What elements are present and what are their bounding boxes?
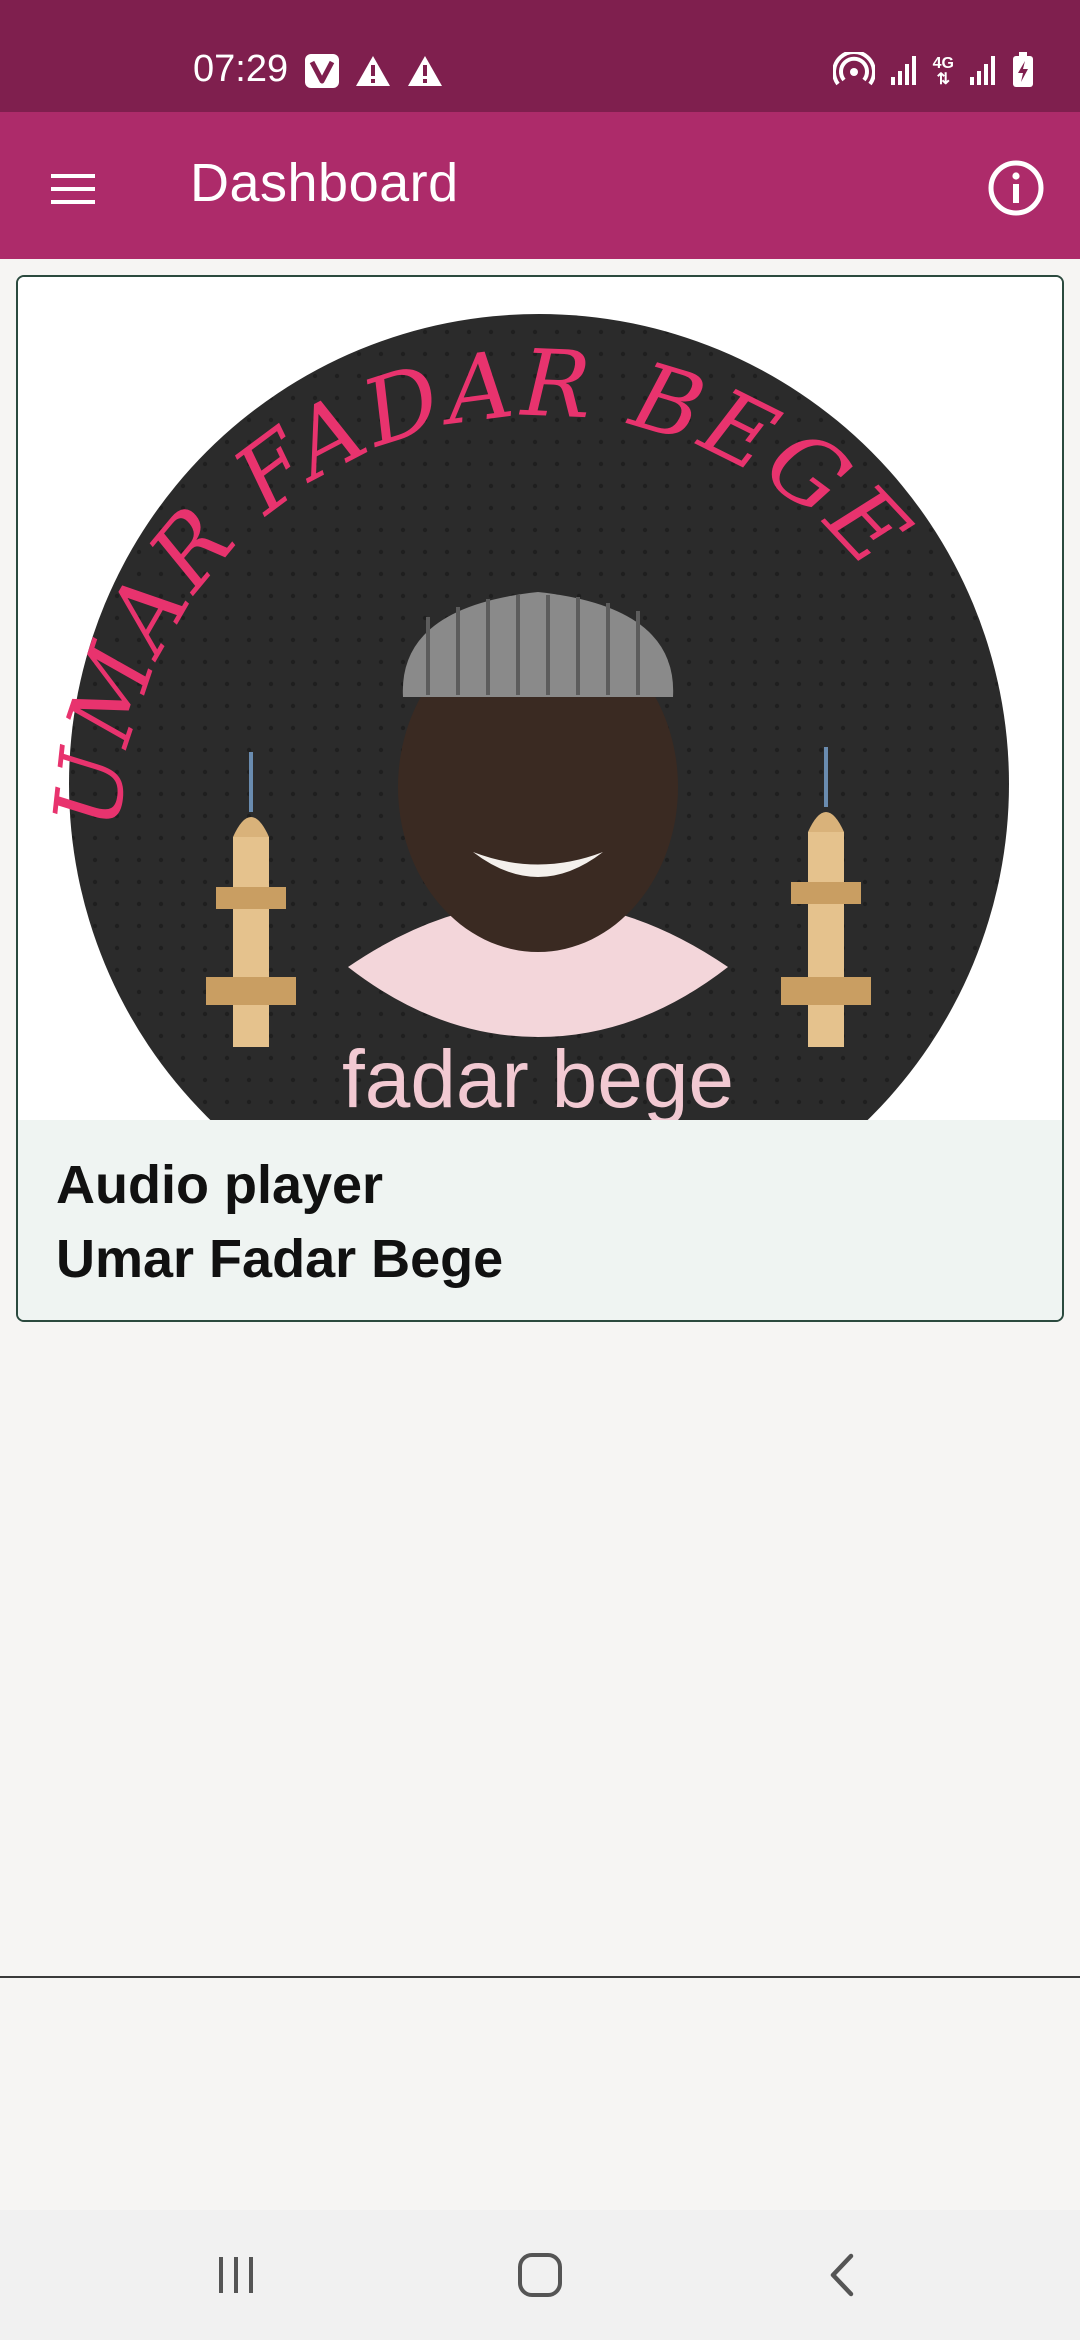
card-title: Audio player Umar Fadar Bege: [56, 1148, 503, 1296]
back-icon: [830, 2253, 854, 2297]
warning-icon: [354, 54, 392, 92]
home-icon: [518, 2253, 562, 2297]
status-time: 07:29: [193, 48, 289, 90]
menu-button[interactable]: [40, 156, 106, 222]
home-button[interactable]: [500, 2240, 580, 2310]
back-button[interactable]: [802, 2240, 882, 2310]
cover-bottom-text: fadar bege: [342, 1034, 734, 1120]
cover-artwork: UMAR FADAR BEGE fadar bege: [34, 314, 1009, 1120]
system-icons: 4G ⇅: [831, 50, 1034, 92]
recent-apps-icon: [219, 2257, 253, 2293]
data-arrows-icon: ⇅: [936, 71, 951, 88]
signal-icon: [968, 53, 998, 91]
hamburger-menu-icon: [51, 174, 95, 204]
v-app-icon: [304, 53, 340, 93]
page-title: Dashboard: [190, 153, 459, 213]
status-bar: 07:29 4G ⇅: [0, 0, 1080, 112]
system-nav-bar: [0, 2210, 1080, 2340]
network-type-label: 4G: [932, 55, 954, 72]
warning-icon: [406, 54, 444, 92]
hotspot-icon: [831, 50, 876, 92]
4g-icon: 4G ⇅: [933, 56, 954, 88]
battery-charging-icon: [1012, 52, 1034, 92]
card-cover-image: UMAR FADAR BEGE fadar bege: [18, 277, 1062, 1120]
app-bar: Dashboard: [0, 112, 1080, 259]
card-title-line2: Umar Fadar Bege: [56, 1229, 504, 1289]
card-footer: Audio player Umar Fadar Bege: [18, 1120, 1062, 1320]
card-title-line1: Audio player: [56, 1155, 384, 1215]
notification-icons: [304, 53, 444, 93]
info-button[interactable]: [980, 152, 1052, 224]
audio-player-card[interactable]: UMAR FADAR BEGE fadar bege Audio player …: [16, 275, 1064, 1322]
signal-icon: [889, 53, 919, 91]
info-icon: [988, 160, 1044, 216]
recent-apps-button[interactable]: [196, 2240, 276, 2310]
divider: [0, 1976, 1080, 1978]
